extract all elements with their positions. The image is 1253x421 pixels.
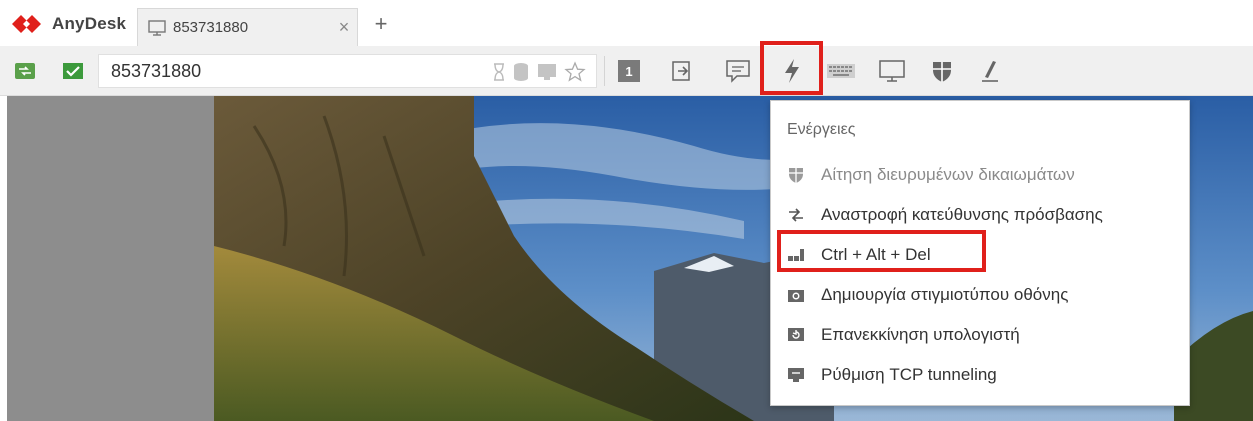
menu-item-switch-sides[interactable]: Αναστροφή κατεύθυνσης πρόσβασης <box>771 197 1189 233</box>
actions-highlight <box>760 41 823 95</box>
menu-item-restart-computer[interactable]: Επανεκκίνηση υπολογιστή <box>771 317 1189 353</box>
remote-letterbox <box>7 96 214 421</box>
menu-item-screenshot[interactable]: Δημιουργία στιγμιοτύπου οθόνης <box>771 277 1189 313</box>
display-1-icon[interactable]: 1 <box>618 60 640 82</box>
toolbar: 1 <box>0 41 1253 96</box>
brand: AnyDesk <box>10 12 126 36</box>
address-bar[interactable] <box>98 54 597 88</box>
new-tab-button[interactable]: + <box>368 12 394 38</box>
menu-item-label: Επανεκκίνηση υπολογιστή <box>821 325 1020 344</box>
whiteboard-pen-icon[interactable] <box>978 58 1002 84</box>
permissions-shield-icon[interactable] <box>930 58 954 84</box>
address-input[interactable] <box>111 60 471 82</box>
menu-item-label: Αναστροφή κατεύθυνσης πρόσβασης <box>821 205 1103 224</box>
menu-item-label: Δημιουργία στιγμιοτύπου οθόνης <box>821 285 1069 304</box>
address-status-icons <box>492 61 586 88</box>
keyboard-icon[interactable] <box>826 60 856 82</box>
menu-item-request-elevation[interactable]: Αίτηση διευρυμένων δικαιωμάτων <box>771 157 1189 193</box>
session-tab[interactable]: 853731880 × <box>137 8 358 46</box>
database-icon <box>512 62 530 87</box>
display-number: 1 <box>625 63 633 79</box>
restart-icon <box>787 326 805 344</box>
menu-title: Ενέργειες <box>787 121 856 138</box>
menu-item-label: Ρύθμιση TCP tunneling <box>821 365 997 384</box>
display-icon[interactable] <box>878 58 906 84</box>
monitor-icon <box>147 18 167 38</box>
menu-item-tcp-tunneling[interactable]: Ρύθμιση TCP tunneling <box>771 357 1189 393</box>
anydesk-logo-icon <box>10 13 46 35</box>
tcp-tunnel-icon <box>787 366 805 384</box>
tab-label: 853731880 <box>173 19 249 36</box>
connection-status-icon[interactable] <box>14 60 36 82</box>
favorite-star-icon[interactable] <box>564 61 586 88</box>
close-tab-button[interactable]: × <box>331 17 357 38</box>
switch-direction-icon <box>787 206 805 224</box>
tab-bar: AnyDesk 853731880 × + <box>0 0 1253 46</box>
chat-icon[interactable] <box>724 58 752 84</box>
hourglass-icon <box>492 62 506 87</box>
file-transfer-icon[interactable] <box>670 59 694 83</box>
verified-icon <box>62 60 84 82</box>
toolbar-separator <box>604 56 605 86</box>
menu-item-label: Αίτηση διευρυμένων δικαιωμάτων <box>821 165 1075 184</box>
actions-menu: Ενέργειες Αίτηση διευρυμένων δικαιωμάτων… <box>770 100 1190 406</box>
ctrl-alt-del-highlight <box>777 230 986 272</box>
brand-name: AnyDesk <box>52 14 127 33</box>
camera-icon <box>787 286 805 304</box>
shield-icon <box>787 166 805 184</box>
monitor-icon <box>536 62 558 87</box>
